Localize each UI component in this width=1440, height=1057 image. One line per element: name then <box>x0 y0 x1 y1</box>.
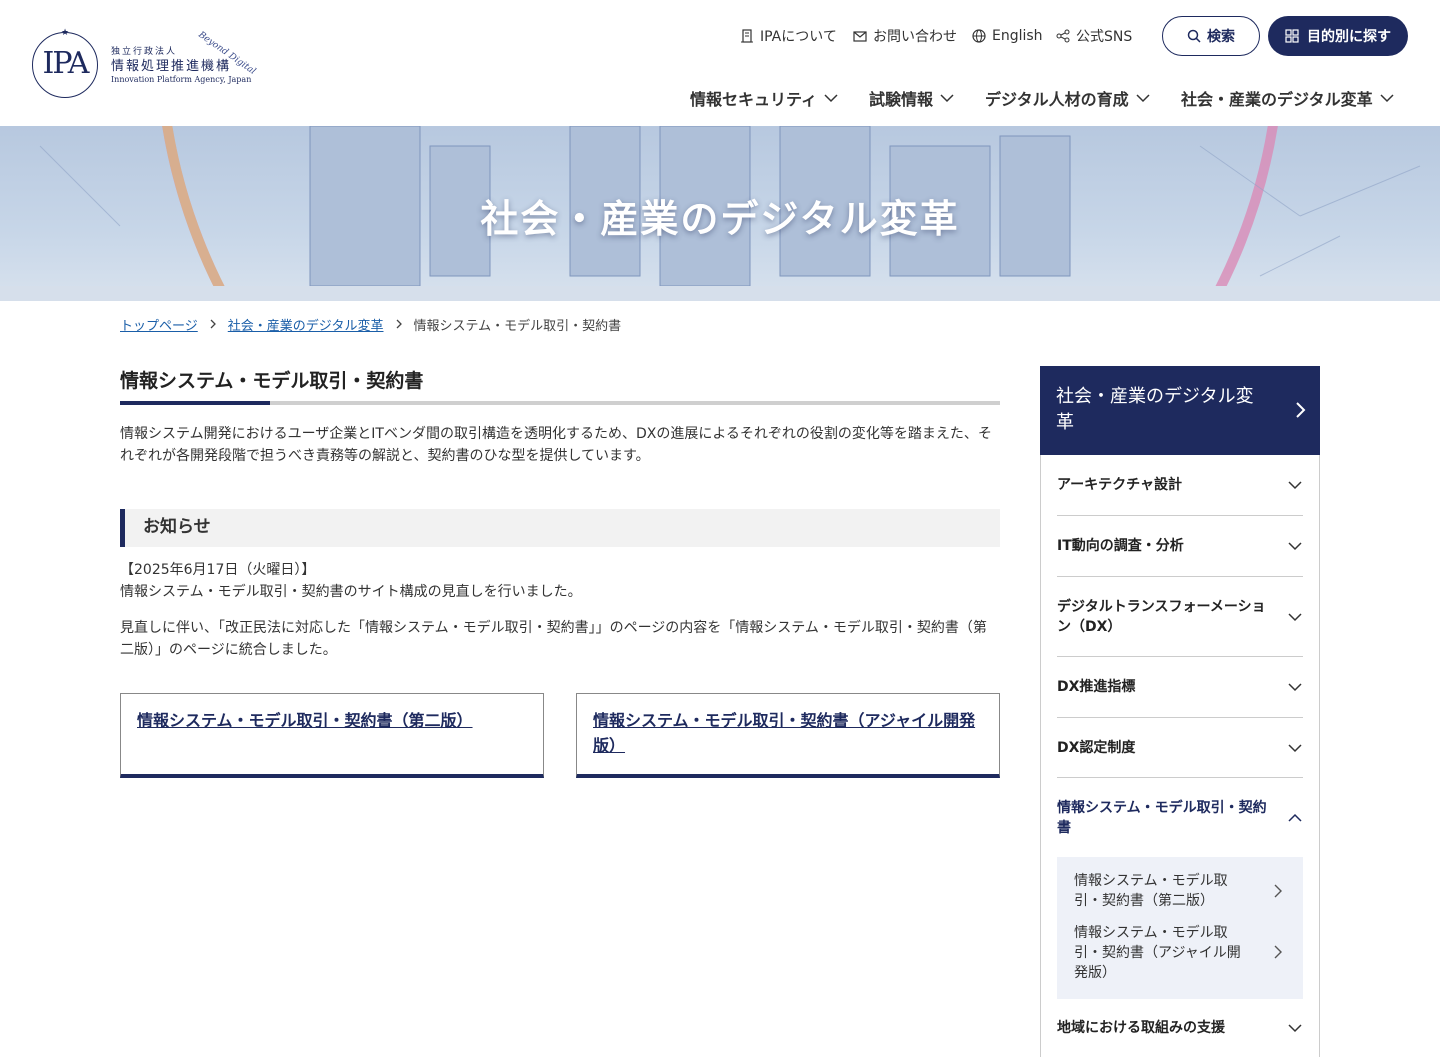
chevron-down-icon <box>940 94 954 103</box>
notice-text: 見直しに伴い、「改正民法に対応した「情報システム・モデル取引・契約書」」のページ… <box>120 620 987 658</box>
official-sns-label: 公式SNS <box>1076 29 1133 45</box>
english-link[interactable]: English <box>972 24 1043 48</box>
gnav-digital-talent[interactable]: デジタル人材の育成 <box>985 84 1151 112</box>
sidebar-item-label: 地域における取組みの支援 <box>1057 1020 1225 1036</box>
chevron-down-icon <box>1136 94 1150 103</box>
globe-icon <box>972 29 986 43</box>
title-divider-accent <box>120 401 270 405</box>
sidebar-item-model-contract[interactable]: 情報システム・モデル取引・契約書 <box>1057 778 1303 857</box>
intro-text: 情報システム開発におけるユーザ企業とITベンダ間の取引構造を透明化するため、DX… <box>120 426 992 464</box>
breadcrumb-current: 情報システム・モデル取引・契約書 <box>413 318 622 334</box>
sidebar-item-it-trends[interactable]: IT動向の調査・分析 <box>1057 516 1303 577</box>
chevron-right-icon <box>1274 945 1282 959</box>
breadcrumb-home-link[interactable]: トップページ <box>120 315 198 334</box>
chevron-up-icon <box>1288 813 1302 822</box>
link-card-second-edition[interactable]: 情報システム・モデル取引・契約書（第二版） <box>120 693 544 778</box>
gnav-exam-info[interactable]: 試験情報 <box>869 84 955 112</box>
breadcrumb-parent-link[interactable]: 社会・産業のデジタル変革 <box>228 315 384 334</box>
find-by-purpose-label: 目的別に探す <box>1307 29 1391 45</box>
ipa-logo[interactable]: ★ IPA 独立行政法人 情報処理推進機構 Innovation Platfor… <box>30 24 260 102</box>
mail-icon <box>853 31 867 42</box>
page-title: 情報システム・モデル取引・契約書 <box>120 370 424 392</box>
sidebar-item-label: DX推進指標 <box>1057 679 1136 695</box>
sidebar-item-label: 情報システム・モデル取引・契約書 <box>1057 799 1267 836</box>
chevron-right-icon <box>210 319 216 329</box>
notice-date: 【2025年6月17日（火曜日）】 <box>120 562 316 578</box>
sidebar-item-regional-support[interactable]: 地域における取組みの支援 <box>1057 999 1303 1057</box>
notice-heading: お知らせ <box>120 509 1000 547</box>
building-icon <box>741 29 753 43</box>
sidebar-subitem-label: 情報システム・モデル取引・契約書（アジャイル開発版） <box>1074 925 1241 981</box>
about-ipa-label: IPAについて <box>760 29 837 45</box>
site-header: ★ IPA 独立行政法人 情報処理推進機構 Innovation Platfor… <box>0 0 1440 126</box>
official-sns-link[interactable]: 公式SNS <box>1056 24 1132 48</box>
sidebar-heading-link[interactable]: 社会・産業のデジタル変革 <box>1040 366 1320 455</box>
sidebar-item-dx-index[interactable]: DX推進指標 <box>1057 657 1303 718</box>
contact-label: お問い合わせ <box>873 29 957 45</box>
contact-link[interactable]: お問い合わせ <box>853 24 957 48</box>
chevron-right-icon <box>1274 884 1282 898</box>
about-ipa-link[interactable]: IPAについて <box>740 24 837 48</box>
gnav-label: 社会・産業のデジタル変革 <box>1181 90 1373 109</box>
sidebar-item-dx-certification[interactable]: DX認定制度 <box>1057 718 1303 778</box>
logo-english-name: Innovation Platform Agency, Japan <box>111 75 252 84</box>
link-card-agile-edition[interactable]: 情報システム・モデル取引・契約書（アジャイル開発版） <box>576 693 1000 778</box>
gnav-label: デジタル人材の育成 <box>985 90 1129 109</box>
sidebar-item-label: デジタルトランスフォーメーション（DX） <box>1057 598 1266 635</box>
search-label: 検索 <box>1207 29 1235 45</box>
chevron-right-icon <box>1296 402 1306 418</box>
chevron-down-icon <box>1288 542 1302 551</box>
sidebar-item-dx[interactable]: デジタルトランスフォーメーション（DX） <box>1057 577 1303 657</box>
link-card-label: 情報システム・モデル取引・契約書（第二版） <box>137 711 473 730</box>
sidebar-heading-label: 社会・産業のデジタル変革 <box>1056 386 1254 433</box>
logo-mark: IPA <box>32 32 98 98</box>
logo-name: 情報処理推進機構 <box>111 59 232 74</box>
sidebar-item-architecture[interactable]: アーキテクチャ設計 <box>1057 455 1303 516</box>
chevron-down-icon <box>1288 612 1302 621</box>
gnav-label: 試験情報 <box>869 90 934 109</box>
gnav-digital-transformation[interactable]: 社会・産業のデジタル変革 <box>1181 84 1395 112</box>
chevron-down-icon <box>1288 481 1302 490</box>
hero-title: 社会・産業のデジタル変革 <box>480 197 960 241</box>
search-button[interactable]: 検索 <box>1162 16 1260 56</box>
chevron-down-icon <box>824 94 838 103</box>
find-by-purpose-button[interactable]: 目的別に探す <box>1268 16 1408 56</box>
gnav-label: 情報セキュリティ <box>690 90 818 109</box>
search-icon <box>1187 29 1201 43</box>
link-card-label: 情報システム・モデル取引・契約書（アジャイル開発版） <box>593 711 976 755</box>
notice-text: 情報システム・モデル取引・契約書のサイト構成の見直しを行いました。 <box>120 584 582 600</box>
sidebar-subitem-agile-edition[interactable]: 情報システム・モデル取引・契約書（アジャイル開発版） <box>1074 923 1286 983</box>
breadcrumb: トップページ 社会・産業のデジタル変革 情報システム・モデル取引・契約書 <box>120 314 621 334</box>
chevron-down-icon <box>1288 1024 1302 1033</box>
sidebar-item-label: IT動向の調査・分析 <box>1057 538 1184 554</box>
grid-icon <box>1285 29 1299 43</box>
share-icon <box>1056 29 1070 43</box>
chevron-down-icon <box>1380 94 1394 103</box>
gnav-info-security[interactable]: 情報セキュリティ <box>690 84 839 112</box>
hero-banner: 社会・産業のデジタル変革 <box>0 126 1440 301</box>
sidebar-subitem-second-edition[interactable]: 情報システム・モデル取引・契約書（第二版） <box>1074 871 1286 911</box>
sidebar-item-label: アーキテクチャ設計 <box>1057 477 1183 493</box>
sidebar-item-label: DX認定制度 <box>1057 739 1136 756</box>
english-label: English <box>992 28 1043 44</box>
chevron-right-icon <box>396 319 402 329</box>
sidebar-subitem-label: 情報システム・モデル取引・契約書（第二版） <box>1074 873 1228 909</box>
chevron-down-icon <box>1288 743 1302 752</box>
chevron-down-icon <box>1288 683 1302 692</box>
